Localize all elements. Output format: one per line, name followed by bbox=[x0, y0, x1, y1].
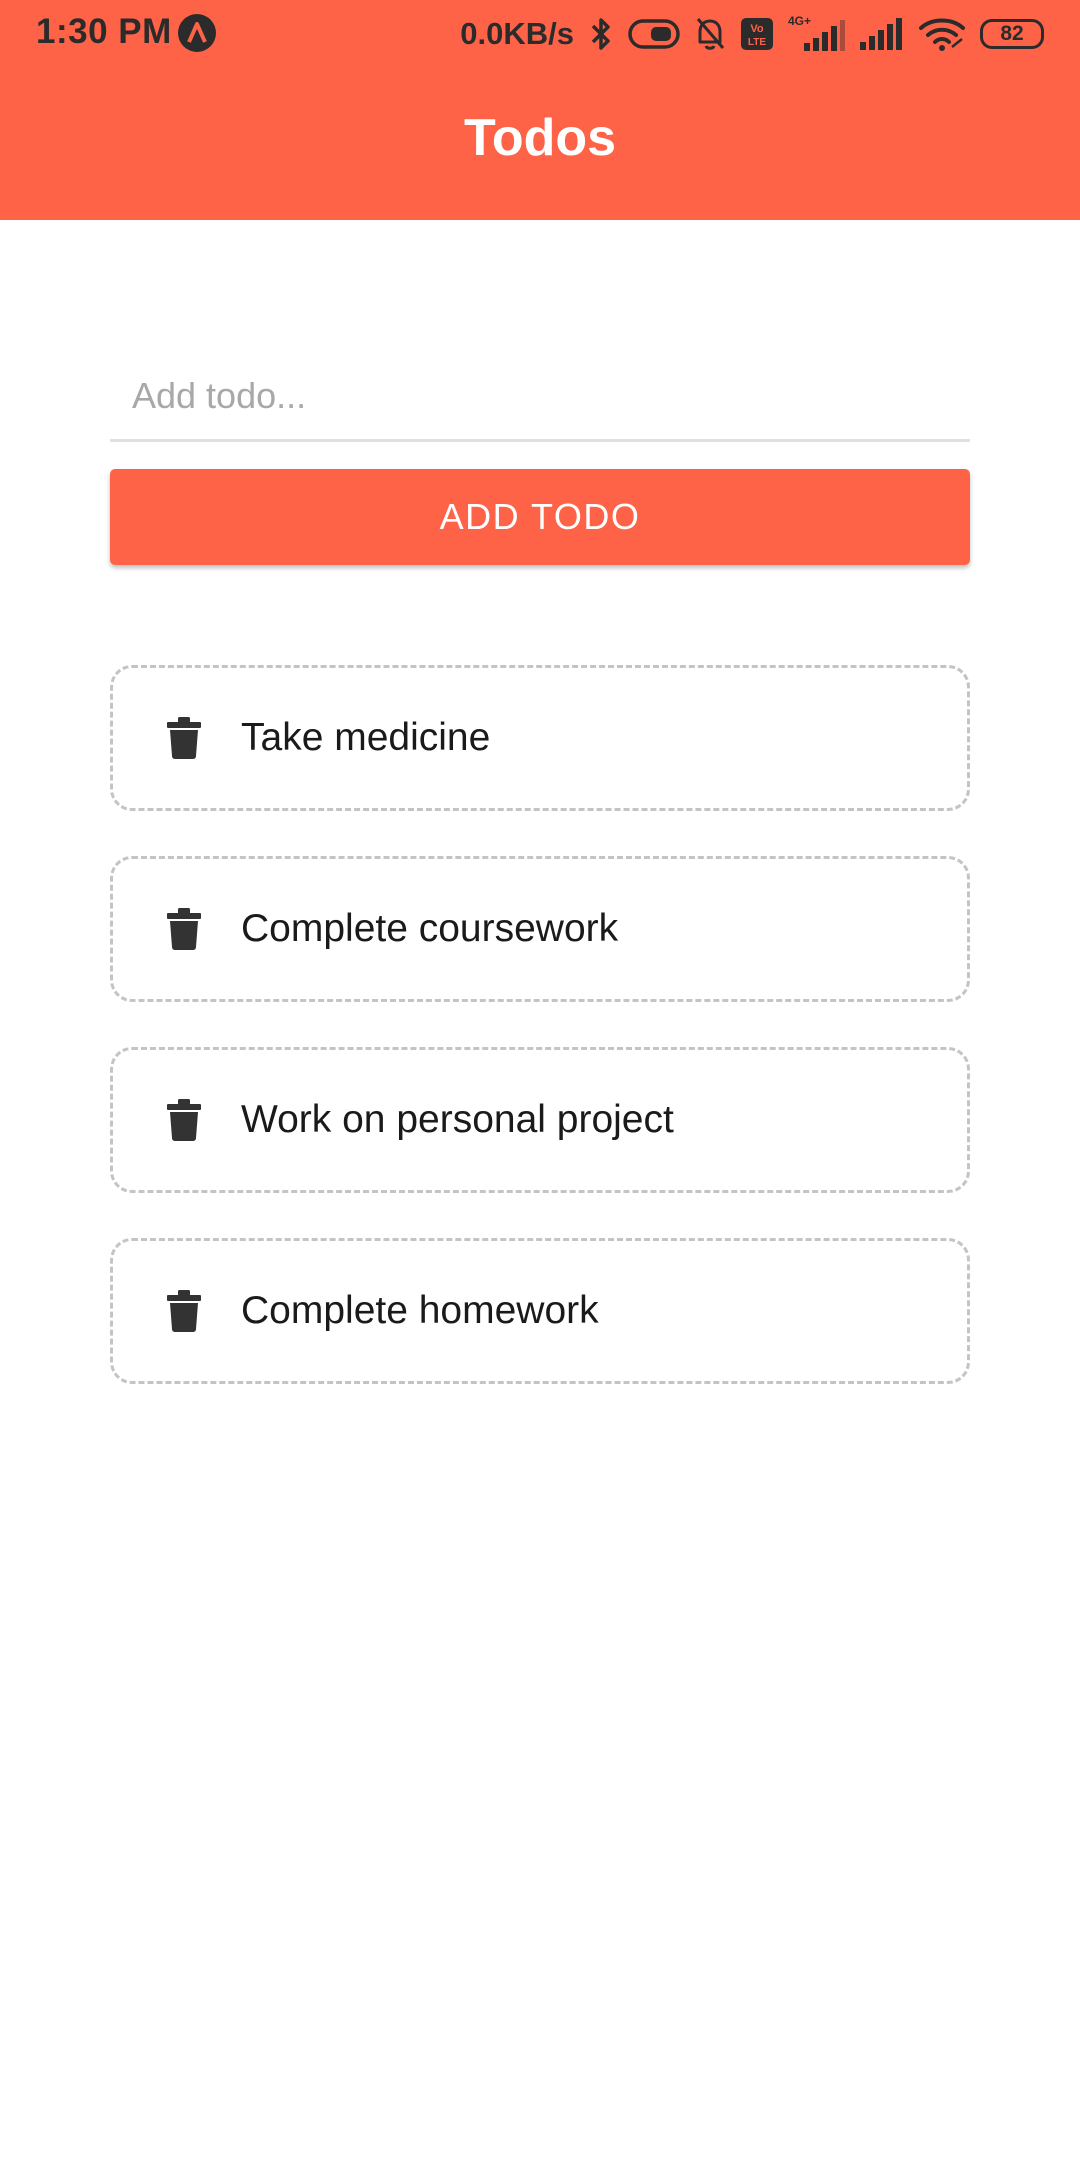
todo-item: Complete coursework bbox=[110, 856, 970, 1002]
todo-text: Work on personal project bbox=[241, 1098, 674, 1141]
trash-icon[interactable] bbox=[167, 1099, 201, 1141]
svg-text:Vo: Vo bbox=[750, 23, 764, 35]
bell-off-icon bbox=[696, 18, 725, 50]
todo-input[interactable] bbox=[110, 352, 970, 442]
todo-item: Take medicine bbox=[110, 665, 970, 811]
trash-icon[interactable] bbox=[167, 717, 201, 759]
svg-text:LTE: LTE bbox=[748, 37, 766, 48]
signal-icon bbox=[860, 18, 902, 50]
app-header: 1:30 PM 0.0KB/s Vo LTE 4G+ 82 Todos bbox=[0, 0, 1080, 220]
bluetooth-icon bbox=[591, 18, 610, 50]
trash-icon[interactable] bbox=[167, 908, 201, 950]
add-todo-button[interactable]: ADD TODO bbox=[110, 469, 970, 565]
status-time: 1:30 PM bbox=[36, 12, 172, 51]
wifi-icon bbox=[919, 18, 965, 51]
todo-item: Work on personal project bbox=[110, 1047, 970, 1193]
app-notification-icon bbox=[178, 14, 216, 52]
battery-level: 82 bbox=[1000, 22, 1024, 45]
4g-signal-icon: 4G+ bbox=[788, 14, 845, 51]
todo-list: Take medicine Complete coursework Work o… bbox=[110, 665, 970, 1429]
network-speed: 0.0KB/s bbox=[460, 16, 574, 51]
svg-text:4G+: 4G+ bbox=[788, 14, 811, 28]
key-toggle-icon bbox=[628, 19, 680, 49]
volte-icon: Vo LTE bbox=[741, 18, 773, 50]
trash-icon[interactable] bbox=[167, 1290, 201, 1332]
todo-text: Complete coursework bbox=[241, 907, 619, 950]
todo-item: Complete homework bbox=[110, 1238, 970, 1384]
page-title: Todos bbox=[463, 109, 617, 167]
status-bar: 1:30 PM 0.0KB/s Vo LTE 4G+ 82 bbox=[0, 0, 1080, 66]
status-icons: 0.0KB/s Vo LTE 4G+ 82 bbox=[460, 12, 1044, 56]
todo-text: Complete homework bbox=[241, 1289, 599, 1332]
todo-text: Take medicine bbox=[241, 716, 491, 759]
battery-icon: 82 bbox=[980, 19, 1044, 49]
